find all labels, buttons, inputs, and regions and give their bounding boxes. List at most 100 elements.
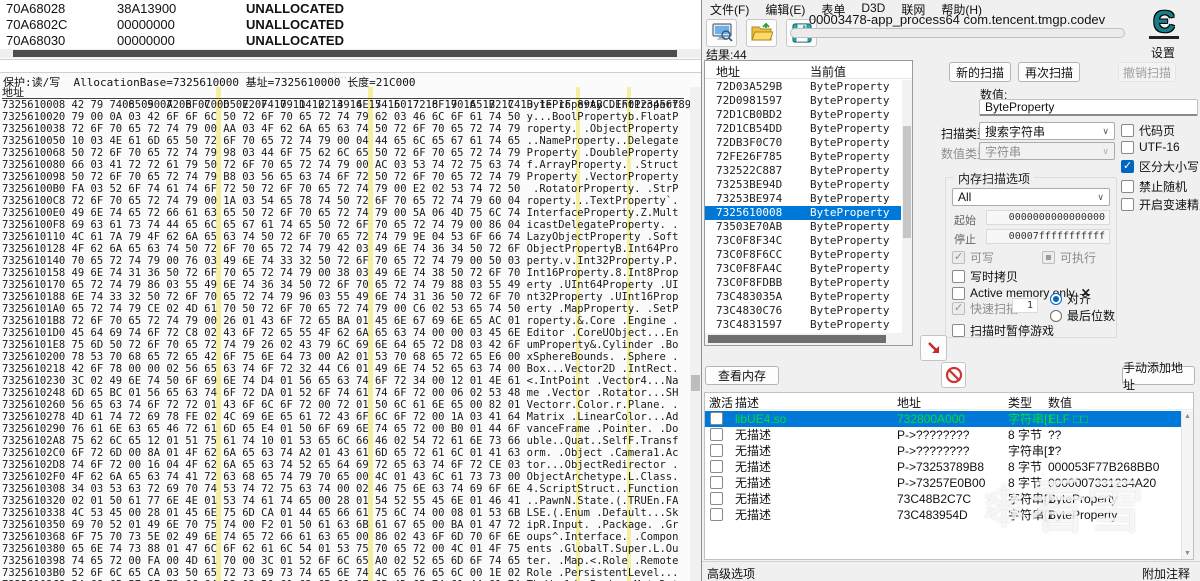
col-value[interactable]: 数值 [1048,394,1072,411]
hex-dump-area[interactable]: 地址 08 09 0A 0B 0C 0D 0E 0F 10 11 12 13 1… [0,87,690,581]
hex-row[interactable]: 73256102C0 6F 72 6D 00 8A 01 4F 62 6A 65… [2,447,690,459]
hex-row[interactable]: 7325610188 6E 74 33 32 50 72 6F 70 65 72… [2,291,690,303]
hex-row[interactable]: 7325610350 69 70 52 01 49 6E 70 75 74 00… [2,519,690,531]
hex-row[interactable]: 7325610128 4F 62 6A 65 63 74 50 72 6F 70… [2,243,690,255]
hex-row[interactable]: 73256101D0 45 64 69 74 6F 72 C8 02 43 6F… [2,327,690,339]
hex-row[interactable]: 73256100E0 49 6E 74 65 72 66 61 63 65 50… [2,207,690,219]
scroll-down-icon[interactable]: ▼ [1182,550,1193,557]
new-scan-button[interactable]: 新的扫描 [949,62,1011,82]
open-file-button[interactable] [746,19,777,47]
result-row[interactable]: 73C4830C76 ByteProperty [705,304,901,318]
checkbox-icon[interactable] [1121,180,1134,193]
result-row[interactable]: 73503E70AB ByteProperty [705,220,901,234]
result-row[interactable]: 73253BE974 ByteProperty [705,192,901,206]
checkbox-icon[interactable] [1121,140,1134,154]
next-scan-button[interactable]: 再次扫描 [1018,62,1080,82]
checkbox-icon[interactable] [1121,198,1134,211]
hex-row[interactable]: 7325610338 4C 53 45 00 28 01 45 6E 75 6D… [2,507,690,519]
value-type-dropdown[interactable]: 字符串 [979,142,1115,160]
pause-game-checkbox[interactable]: 扫描时暂停游戏 [952,322,1054,339]
memory-list-row[interactable]: 70A6802C 00000000 UNALLOCATED [0,16,701,32]
hex-row[interactable]: 7325610080 66 03 41 72 72 61 79 50 72 6F… [2,159,690,171]
attach-comment-link[interactable]: 附加注释 [1142,565,1190,581]
scrollbar-thumb[interactable] [13,50,677,57]
result-row[interactable]: 73C483035A ByteProperty [705,290,901,304]
table-row[interactable]: 无描述 P->???????? 字符串[1?? [705,443,1181,459]
col-description[interactable]: 描述 [735,394,759,411]
writable-checkbox[interactable]: 可写 [952,249,994,266]
hex-row[interactable]: 73256101B8 72 6F 70 65 72 74 79 00 26 01… [2,315,690,327]
add-selected-addresses-button[interactable] [920,335,947,361]
hex-row[interactable]: 7325610230 3C 02 49 6E 74 50 6F 69 6E 74… [2,375,690,387]
hex-row[interactable]: 7325610140 70 65 72 74 79 00 76 03 49 6E… [2,255,690,267]
result-row[interactable]: 732522C887 ByteProperty [705,164,901,178]
result-row[interactable]: 73C0F8FDBB ByteProperty [705,276,901,290]
memory-list-row[interactable]: 70A68028 38A13900 UNALLOCATED [0,0,701,16]
table-row[interactable]: 无描述 73C483954D 字符串[1 ByteProperty [705,507,1181,523]
table-row[interactable]: libUE4.so 732800A000 字符串[1 ELF □□ [705,411,1181,427]
hex-row[interactable]: 7325610200 78 53 70 68 65 72 65 42 6F 75… [2,351,690,363]
hex-rows[interactable]: 7325610008 42 79 74 65 50 72 6F 70 65 72… [0,99,690,581]
hex-row[interactable]: 7325610038 72 6F 70 65 72 74 79 00 AA 03… [2,123,690,135]
hex-row[interactable]: 73256100B0 FA 03 52 6F 74 61 74 6F 72 50… [2,183,690,195]
row-active-checkbox[interactable] [710,428,723,441]
checkbox-indeterminate-icon[interactable] [1042,251,1055,264]
row-active-checkbox[interactable] [710,412,723,425]
scrollbar-thumb[interactable] [708,335,886,343]
table-row[interactable]: 无描述 P->73253789B8 8 字节 000053F77B268BB0 [705,459,1181,475]
hex-row[interactable]: 73256102F0 4F 62 6A 65 63 74 41 72 63 68… [2,471,690,483]
undo-scan-button[interactable]: 撤销扫描 [1118,62,1176,82]
utf16-checkbox[interactable]: UTF-16 [1121,140,1180,154]
radio-icon[interactable] [1050,309,1062,322]
hex-row[interactable]: 7325610308 34 03 53 63 72 69 70 74 53 74… [2,483,690,495]
memory-list-row[interactable]: 70A68030 00000000 UNALLOCATED [0,32,701,48]
last-digits-radio[interactable]: 最后位数 [1050,307,1115,324]
row-active-checkbox[interactable] [710,492,723,505]
hex-row[interactable]: 7325610278 4D 61 74 72 69 78 FE 02 4C 69… [2,411,690,423]
stop-scan-button[interactable] [941,362,966,388]
row-active-checkbox[interactable] [710,460,723,473]
hex-row[interactable]: 73256101A0 65 72 74 79 CE 02 4D 61 70 50… [2,303,690,315]
result-row[interactable]: 72D1CB0BD2 ByteProperty [705,108,901,122]
col-type[interactable]: 类型 [1008,394,1032,411]
result-row[interactable]: 72D0981597 ByteProperty [705,94,901,108]
executable-checkbox[interactable]: 可执行 [1042,249,1096,266]
region-dropdown[interactable]: All [952,188,1110,206]
checkbox-grayed-icon[interactable] [952,301,965,315]
menu-item[interactable]: 文件(F) [702,0,757,17]
checkbox-icon[interactable] [952,286,965,300]
hex-row[interactable]: 73256103B0 52 6F 6C 65 CA 03 50 65 72 73… [2,567,690,579]
view-memory-button[interactable]: 查看内存 [705,366,779,385]
hex-row[interactable]: 7325610020 79 00 0A 03 42 6F 6F 6C 50 72… [2,111,690,123]
result-row[interactable]: 72D03A529B ByteProperty [705,80,901,94]
results-col-address[interactable]: 地址 [716,63,740,80]
cheat-engine-logo-icon[interactable]: Є [1143,5,1185,43]
hex-row[interactable]: 73256102D8 74 6F 72 00 16 04 4F 62 6A 65… [2,459,690,471]
select-process-button[interactable] [706,19,737,47]
speedhack-checkbox[interactable]: 开启变速精灵 [1121,196,1200,213]
hex-row[interactable]: 7325610008 42 79 74 65 50 72 6F 70 65 72… [2,99,690,111]
radio-selected-icon[interactable] [1050,292,1062,305]
memory-address-list[interactable]: 70A68028 38A13900 UNALLOCATED 70A6802C 00000… [0,0,701,49]
scan-type-dropdown[interactable]: 搜索字符串 [979,122,1115,140]
hex-row[interactable]: 73256102A8 75 62 6C 65 12 01 51 75 61 74… [2,435,690,447]
table-row[interactable]: 无描述 P->???????? 8 字节?? [705,427,1181,443]
hex-row[interactable]: 73256100C8 72 6F 70 65 72 74 79 00 1A 03… [2,195,690,207]
hex-row[interactable]: 7325610068 50 72 6F 70 65 72 74 79 98 03… [2,147,690,159]
result-row[interactable]: 73C4831597 ByteProperty [705,318,901,332]
checkbox-grayed-icon[interactable] [952,250,965,264]
copy-on-write-checkbox[interactable]: 写时拷贝 [952,268,1018,285]
add-address-manually-button[interactable]: 手动添加地址 [1122,361,1195,392]
result-row[interactable]: 73C0F8F34C ByteProperty [705,234,901,248]
results-col-value[interactable]: 当前值 [810,63,846,80]
hex-row[interactable]: 7325610320 02 01 50 61 77 6E 4E 01 53 74… [2,495,690,507]
row-active-checkbox[interactable] [710,476,723,489]
hex-row[interactable]: 7325610098 50 72 6F 70 65 72 74 79 B8 03… [2,171,690,183]
case-sensitive-checkbox[interactable]: 区分大小写 [1121,158,1199,175]
start-address-input[interactable]: 0000000000000000 [986,210,1110,225]
memory-edit-field[interactable] [0,59,701,73]
table-row[interactable]: 无描述 73C48B2C7C 字符串[1 ByteProperty [705,491,1181,507]
fast-scan-align-input[interactable]: 1 [1012,298,1038,313]
results-horizontal-scrollbar[interactable] [705,333,912,345]
hex-row[interactable]: 7325610248 6D 65 BC 01 56 65 63 74 6F 72… [2,387,690,399]
